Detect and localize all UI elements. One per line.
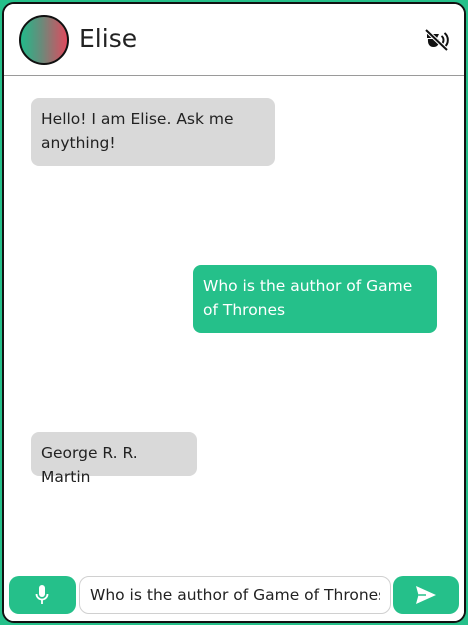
input-bar — [4, 571, 464, 621]
send-icon — [415, 585, 437, 605]
microphone-icon — [35, 585, 49, 605]
microphone-button[interactable] — [9, 576, 76, 614]
bot-message: Hello! I am Elise. Ask me anything! — [31, 98, 275, 166]
message-list: Hello! I am Elise. Ask me anything! Who … — [4, 76, 464, 571]
bot-message: George R. R. Martin — [31, 432, 197, 486]
chat-window: Elise Hello! I am Elise. Ask me anything… — [2, 2, 466, 623]
message-input[interactable] — [79, 576, 391, 614]
user-message: Who is the author of Game of Thrones — [193, 265, 437, 333]
assistant-name: Elise — [79, 24, 138, 53]
avatar — [19, 15, 69, 65]
speaker-muted-icon[interactable] — [424, 28, 450, 52]
send-button[interactable] — [393, 576, 459, 614]
chat-header: Elise — [4, 4, 464, 76]
